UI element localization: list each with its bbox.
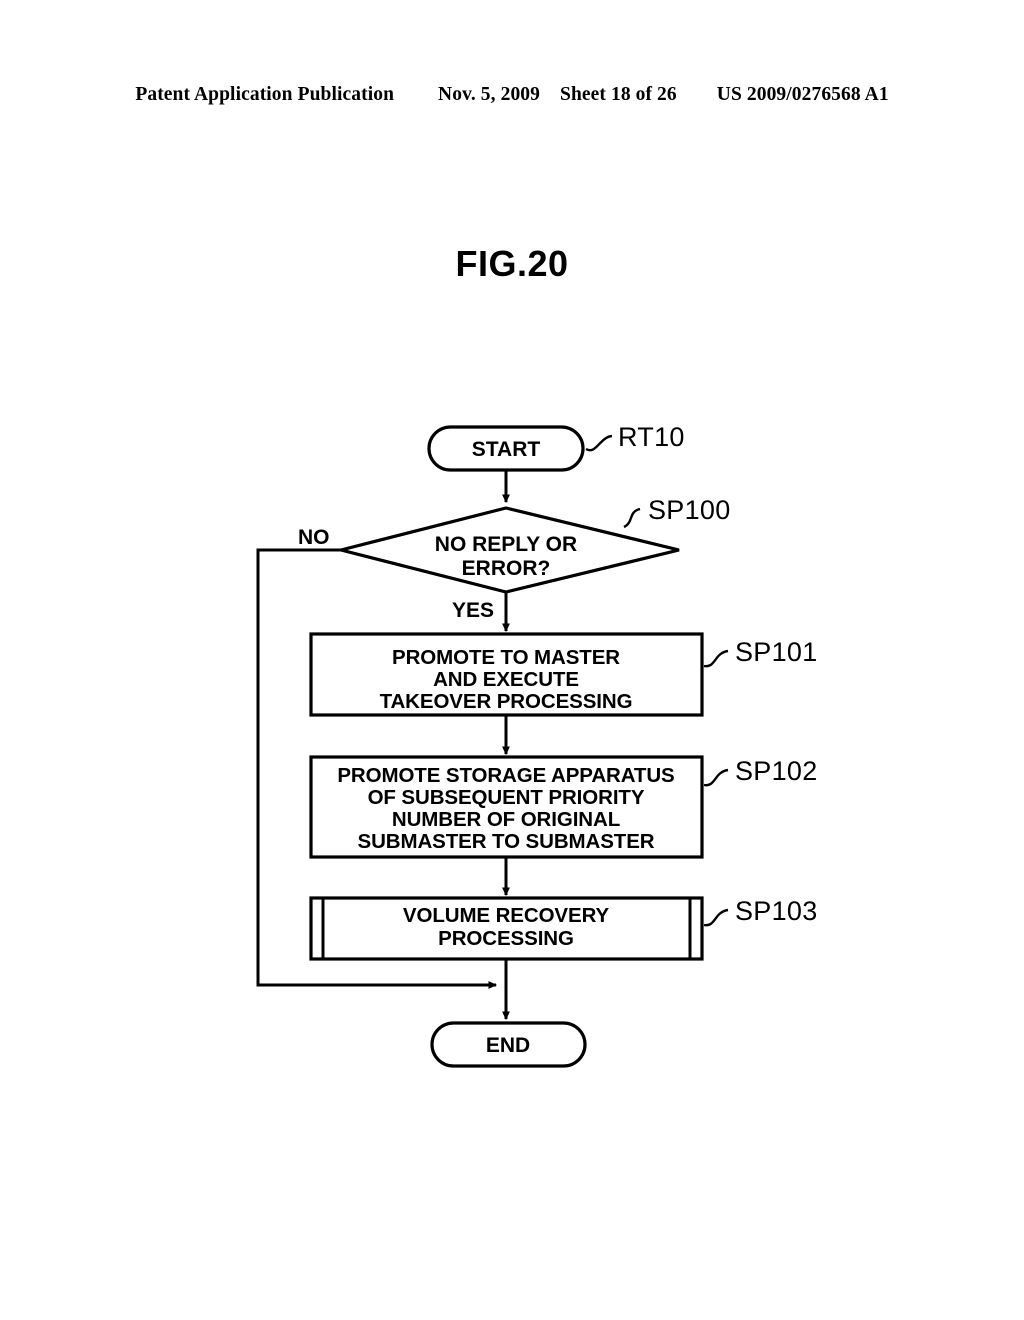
sp102-leader-line bbox=[703, 768, 729, 787]
decision-text-line-2: ERROR? bbox=[462, 557, 551, 580]
step1-text-line-3: TAKEOVER PROCESSING bbox=[380, 690, 633, 713]
step3-text-line-1: VOLUME RECOVERY bbox=[403, 904, 610, 927]
step2-text-line-3: NUMBER OF ORIGINAL bbox=[392, 808, 620, 831]
start-node-label: START bbox=[472, 438, 541, 461]
sp102-label: SP102 bbox=[735, 756, 818, 786]
step1-text-line-1: PROMOTE TO MASTER bbox=[392, 646, 620, 669]
sp100-label: SP100 bbox=[648, 495, 731, 525]
node-step-sp102: PROMOTE STORAGE APPARATUS OF SUBSEQUENT … bbox=[309, 755, 704, 859]
sp103-label: SP103 bbox=[735, 896, 818, 926]
step2-text-line-1: PROMOTE STORAGE APPARATUS bbox=[337, 764, 674, 787]
rt10-label: RT10 bbox=[618, 422, 685, 452]
node-end: END bbox=[430, 1021, 587, 1068]
node-step-sp103: VOLUME RECOVERY PROCESSING bbox=[309, 896, 704, 961]
node-decision: NO REPLY OR ERROR? bbox=[340, 506, 680, 594]
step2-text-line-4: SUBMASTER TO SUBMASTER bbox=[358, 830, 655, 853]
step3-text-line-2: PROCESSING bbox=[438, 927, 574, 950]
decision-text-line-1: NO REPLY OR bbox=[435, 533, 577, 556]
branch-label-yes: YES bbox=[452, 599, 494, 622]
step1-text-line-2: AND EXECUTE bbox=[433, 668, 579, 691]
branch-label-no: NO bbox=[298, 526, 330, 549]
end-node-label: END bbox=[486, 1034, 530, 1057]
sp101-label: SP101 bbox=[735, 637, 818, 667]
rt10-leader-line bbox=[585, 434, 613, 452]
sp101-leader-line bbox=[703, 649, 729, 668]
node-start: START bbox=[427, 425, 585, 472]
node-step-sp101: PROMOTE TO MASTER AND EXECUTE TAKEOVER P… bbox=[309, 632, 704, 717]
sp100-leader-line bbox=[623, 507, 641, 529]
flowchart-diagram: START RT10 NO REPLY OR ERROR? SP100 NO Y… bbox=[256, 422, 818, 1068]
step2-text-line-2: OF SUBSEQUENT PRIORITY bbox=[368, 786, 645, 809]
sp103-leader-line bbox=[703, 908, 729, 927]
